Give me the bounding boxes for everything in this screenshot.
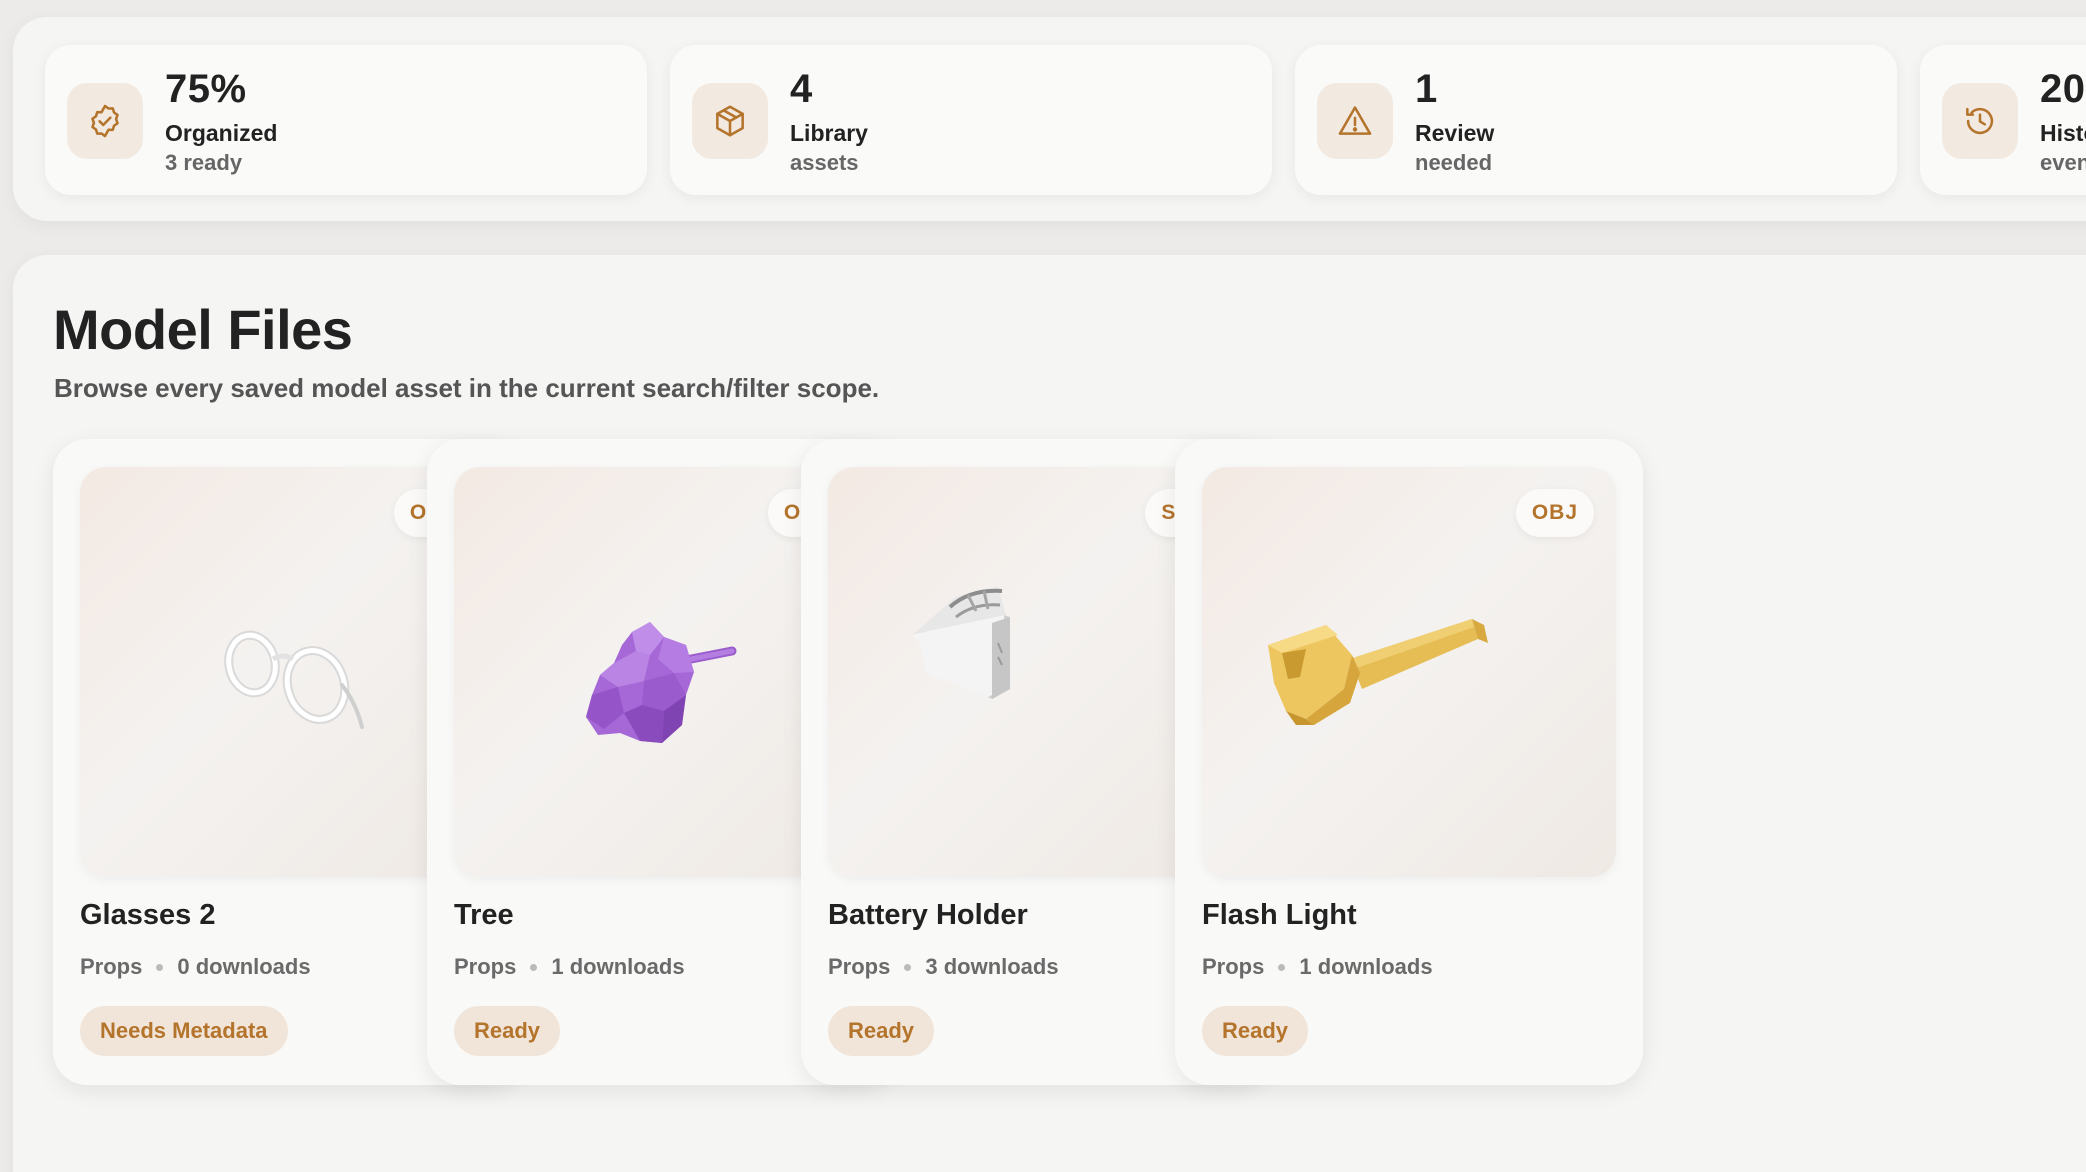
- model-downloads: 1 downloads: [1299, 954, 1433, 979]
- stat-value: 4: [790, 67, 813, 111]
- separator-dot: [156, 963, 164, 971]
- separator-dot: [530, 963, 538, 971]
- stat-label: History: [2040, 120, 2086, 146]
- status-badge: Ready: [454, 1006, 561, 1056]
- stat-value: 1: [1415, 67, 1438, 111]
- stat-sub: needed: [1415, 150, 1493, 175]
- model-name[interactable]: Glasses 2: [80, 899, 215, 932]
- model-downloads: 1 downloads: [551, 954, 685, 979]
- model-meta: Props 0 downloads: [80, 954, 311, 980]
- model-meta: Props 3 downloads: [828, 954, 1059, 980]
- stat-sub: assets: [790, 150, 859, 175]
- model-category: Props: [828, 954, 891, 979]
- box-icon: [692, 83, 768, 159]
- separator-dot: [904, 963, 912, 971]
- model-category: Props: [1202, 954, 1265, 979]
- page-subtitle: Browse every saved model asset in the cu…: [54, 373, 880, 403]
- stat-card-library: 4 Library assets: [670, 45, 1272, 195]
- history-icon: [1942, 83, 2018, 159]
- separator-dot: [1278, 963, 1286, 971]
- stat-sub: 3 ready: [165, 150, 243, 175]
- model-meta: Props 1 downloads: [454, 954, 685, 980]
- stat-card-review: 1 Review needed: [1295, 45, 1897, 195]
- model-files-panel: Model Files Browse every saved model ass…: [13, 255, 2086, 1172]
- model-card-flash-light[interactable]: OBJ Flash Light Props 1 downloads Ready: [1175, 439, 1643, 1085]
- format-badge: OBJ: [1515, 489, 1594, 537]
- stat-sub: events: [2040, 150, 2086, 175]
- stat-label: Library: [790, 120, 868, 146]
- status-badge: Needs Metadata: [80, 1006, 288, 1056]
- stat-label: Organized: [165, 120, 278, 146]
- stat-card-organized: 75% Organized 3 ready: [45, 45, 647, 195]
- model-name[interactable]: Tree: [454, 899, 514, 932]
- app-stage: 75% Organized 3 ready 4 Library assets 1…: [0, 0, 2086, 1172]
- model-name[interactable]: Flash Light: [1202, 899, 1357, 932]
- stat-label: Review: [1415, 120, 1495, 146]
- model-thumbnail[interactable]: OBJ: [1202, 467, 1616, 877]
- model-name[interactable]: Battery Holder: [828, 899, 1028, 932]
- status-badge: Ready: [828, 1006, 935, 1056]
- badge-check-icon: [67, 83, 143, 159]
- model-category: Props: [454, 954, 517, 979]
- stats-panel: 75% Organized 3 ready 4 Library assets 1…: [13, 17, 2086, 221]
- model-category: Props: [80, 954, 143, 979]
- model-meta: Props 1 downloads: [1202, 954, 1433, 980]
- stat-value: 20: [2040, 67, 2086, 111]
- page-title: Model Files: [53, 298, 353, 361]
- model-downloads: 3 downloads: [925, 954, 1059, 979]
- warning-icon: [1317, 83, 1393, 159]
- stat-card-history: 20 History events: [1920, 45, 2086, 195]
- stat-value: 75%: [165, 67, 247, 111]
- model-downloads: 0 downloads: [177, 954, 311, 979]
- status-badge: Ready: [1202, 1006, 1309, 1056]
